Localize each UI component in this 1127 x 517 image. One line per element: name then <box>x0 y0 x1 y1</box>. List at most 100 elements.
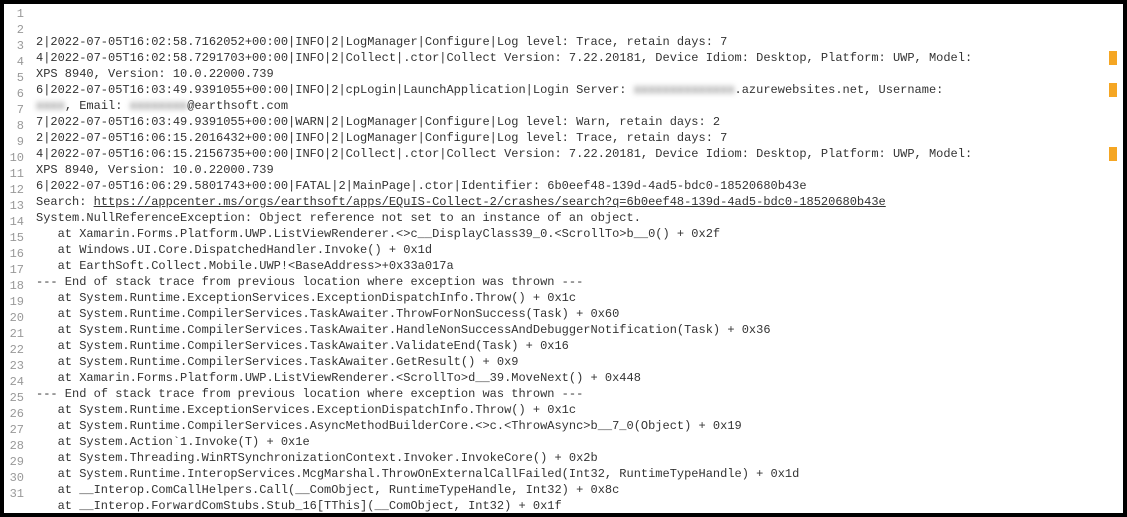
log-line: 2|2022-07-05T16:06:15.2016432+00:00|INFO… <box>36 130 1119 146</box>
line-number: 22 <box>8 342 24 358</box>
log-line: at Xamarin.Forms.Platform.UWP.ListViewRe… <box>36 370 1119 386</box>
log-line: at Xamarin.Forms.Platform.UWP.ListViewRe… <box>36 226 1119 242</box>
line-number: 6 <box>8 86 24 102</box>
log-text: .azurewebsites.net, Username: <box>735 83 951 97</box>
log-text: 6|2022-07-05T16:03:49.9391055+00:00|INFO… <box>36 83 634 97</box>
log-line: at System.Runtime.CompilerServices.Async… <box>36 418 1119 434</box>
log-line: 4|2022-07-05T16:06:15.2156735+00:00|INFO… <box>36 146 1119 162</box>
log-line: XPS 8940, Version: 10.0.22000.739 <box>36 162 1119 178</box>
log-line: --- End of stack trace from previous loc… <box>36 386 1119 402</box>
warning-marker-icon <box>1109 83 1117 97</box>
log-text: 2|2022-07-05T16:02:58.7162052+00:00|INFO… <box>36 35 727 49</box>
log-text: at System.Runtime.InteropServices.McgMar… <box>36 467 799 481</box>
log-text: at System.Runtime.ExceptionServices.Exce… <box>36 403 576 417</box>
line-number: 19 <box>8 294 24 310</box>
log-line: at System.Runtime.ExceptionServices.Exce… <box>36 290 1119 306</box>
log-line: at System.Threading.WinRTSynchronization… <box>36 450 1119 466</box>
line-number: 31 <box>8 486 24 502</box>
warning-marker-icon <box>1109 51 1117 65</box>
line-number: 28 <box>8 438 24 454</box>
line-number: 5 <box>8 70 24 86</box>
log-line: System.NullReferenceException: Object re… <box>36 210 1119 226</box>
log-text: 2|2022-07-05T16:06:15.2016432+00:00|INFO… <box>36 131 727 145</box>
line-number: 7 <box>8 102 24 118</box>
line-number: 27 <box>8 422 24 438</box>
line-number: 9 <box>8 134 24 150</box>
log-line: XPS 8940, Version: 10.0.22000.739 <box>36 66 1119 82</box>
log-text: at System.Runtime.CompilerServices.TaskA… <box>36 339 569 353</box>
log-line: at EarthSoft.Collect.Mobile.UWP!<BaseAdd… <box>36 258 1119 274</box>
line-number: 18 <box>8 278 24 294</box>
log-text: at System.Runtime.CompilerServices.TaskA… <box>36 323 771 337</box>
log-text: System.NullReferenceException: Object re… <box>36 211 641 225</box>
log-text: at System.Runtime.CompilerServices.TaskA… <box>36 355 518 369</box>
log-line: at Windows.UI.Core.DispatchedHandler.Inv… <box>36 242 1119 258</box>
log-text: at __Interop.ComCallHelpers.Call(__ComOb… <box>36 483 619 497</box>
log-text: , Email: <box>65 99 130 113</box>
log-viewer: 1234567891011121314151617181920212223242… <box>4 4 1123 513</box>
line-number: 26 <box>8 406 24 422</box>
redacted-text: xxxxxxxx <box>130 98 188 114</box>
line-number: 1 <box>8 6 24 22</box>
log-text: 6|2022-07-05T16:06:29.5801743+00:00|FATA… <box>36 179 807 193</box>
redacted-text: xxxxxxxxxxxxxx <box>634 82 735 98</box>
log-text: at __Interop.ForwardComStubs.Stub_16[TTh… <box>36 499 562 513</box>
line-number: 20 <box>8 310 24 326</box>
line-number: 23 <box>8 358 24 374</box>
log-text: at EarthSoft.Collect.Mobile.UWP!<BaseAdd… <box>36 259 454 273</box>
log-text: 7|2022-07-05T16:03:49.9391055+00:00|WARN… <box>36 115 720 129</box>
warning-marker-icon <box>1109 147 1117 161</box>
log-line: --- End of stack trace from previous loc… <box>36 274 1119 290</box>
line-number: 12 <box>8 182 24 198</box>
line-number: 10 <box>8 150 24 166</box>
log-text: XPS 8940, Version: 10.0.22000.739 <box>36 163 274 177</box>
log-text: XPS 8940, Version: 10.0.22000.739 <box>36 67 274 81</box>
log-text: at System.Runtime.CompilerServices.TaskA… <box>36 307 619 321</box>
line-number: 30 <box>8 470 24 486</box>
line-number: 14 <box>8 214 24 230</box>
log-text: at System.Runtime.CompilerServices.Async… <box>36 419 742 433</box>
redacted-text: xxxx <box>36 98 65 114</box>
log-text: at Xamarin.Forms.Platform.UWP.ListViewRe… <box>36 227 720 241</box>
log-line: at System.Action`1.Invoke(T) + 0x1e <box>36 434 1119 450</box>
log-text: Search: <box>36 195 94 209</box>
line-number: 15 <box>8 230 24 246</box>
line-number: 3 <box>8 38 24 54</box>
log-text: --- End of stack trace from previous loc… <box>36 387 583 401</box>
line-number: 29 <box>8 454 24 470</box>
log-text: at Windows.UI.Core.DispatchedHandler.Inv… <box>36 243 432 257</box>
search-link[interactable]: https://appcenter.ms/orgs/earthsoft/apps… <box>94 195 886 209</box>
log-text: at System.Action`1.Invoke(T) + 0x1e <box>36 435 310 449</box>
log-line: 2|2022-07-05T16:02:58.7162052+00:00|INFO… <box>36 34 1119 50</box>
log-line: at System.Runtime.ExceptionServices.Exce… <box>36 402 1119 418</box>
log-line: 6|2022-07-05T16:03:49.9391055+00:00|INFO… <box>36 82 1119 98</box>
line-number: 21 <box>8 326 24 342</box>
line-number: 24 <box>8 374 24 390</box>
line-number: 4 <box>8 54 24 70</box>
log-line: at System.Runtime.CompilerServices.TaskA… <box>36 338 1119 354</box>
line-number: 17 <box>8 262 24 278</box>
line-number: 25 <box>8 390 24 406</box>
log-text: at System.Runtime.ExceptionServices.Exce… <box>36 291 576 305</box>
log-line: 6|2022-07-05T16:06:29.5801743+00:00|FATA… <box>36 178 1119 194</box>
log-line: 7|2022-07-05T16:03:49.9391055+00:00|WARN… <box>36 114 1119 130</box>
log-line: 4|2022-07-05T16:02:58.7291703+00:00|INFO… <box>36 50 1119 66</box>
line-number: 16 <box>8 246 24 262</box>
log-line: at System.Runtime.CompilerServices.TaskA… <box>36 306 1119 322</box>
log-text: --- End of stack trace from previous loc… <box>36 275 583 289</box>
line-number: 11 <box>8 166 24 182</box>
log-text: at Xamarin.Forms.Platform.UWP.ListViewRe… <box>36 371 641 385</box>
line-number: 13 <box>8 198 24 214</box>
log-line: at System.Runtime.CompilerServices.TaskA… <box>36 354 1119 370</box>
log-line: at System.Runtime.CompilerServices.TaskA… <box>36 322 1119 338</box>
line-number: 8 <box>8 118 24 134</box>
log-text: 4|2022-07-05T16:06:15.2156735+00:00|INFO… <box>36 147 979 161</box>
log-text: at System.Threading.WinRTSynchronization… <box>36 451 598 465</box>
log-text: 4|2022-07-05T16:02:58.7291703+00:00|INFO… <box>36 51 979 65</box>
log-text: @earthsoft.com <box>187 99 288 113</box>
log-line: Search: https://appcenter.ms/orgs/earths… <box>36 194 1119 210</box>
line-number-gutter: 1234567891011121314151617181920212223242… <box>4 4 32 513</box>
log-content[interactable]: 2|2022-07-05T16:02:58.7162052+00:00|INFO… <box>32 4 1123 513</box>
log-line: at __Interop.ComCallHelpers.Call(__ComOb… <box>36 482 1119 498</box>
log-line: xxxx, Email: xxxxxxxx@earthsoft.com <box>36 98 1119 114</box>
